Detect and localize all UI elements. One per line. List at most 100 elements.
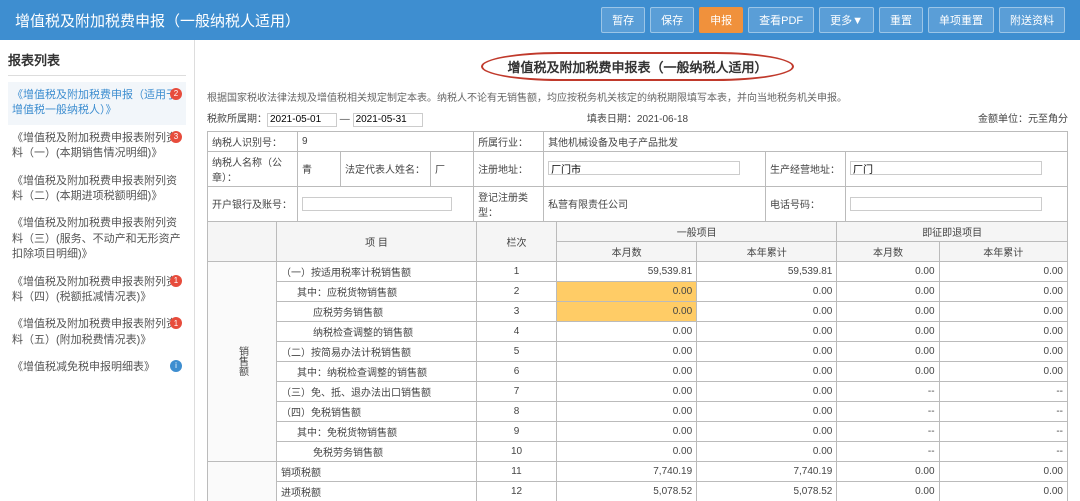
page-title: 增值税及附加税费申报（一般纳税人适用） [15,10,601,31]
prod-addr-input[interactable] [850,161,1042,175]
cell[interactable]: -- [837,441,939,461]
badge-icon: 2 [170,88,182,100]
cell[interactable]: 0.00 [939,321,1067,341]
cell[interactable]: 0.00 [939,461,1067,481]
cell[interactable]: 0.00 [837,361,939,381]
bank-input[interactable] [302,197,452,211]
cell[interactable]: 0.00 [837,261,939,281]
cell[interactable]: 0.00 [697,281,837,301]
cell[interactable]: 0.00 [837,321,939,341]
cell[interactable]: 59,539.81 [697,261,837,281]
cell[interactable]: 5,078.52 [557,481,697,501]
cell[interactable]: 0.00 [557,341,697,361]
cell[interactable]: 0.00 [697,421,837,441]
cell[interactable]: -- [939,421,1067,441]
header-btn-3[interactable]: 查看PDF [748,7,814,33]
cell[interactable]: 0.00 [557,381,697,401]
cell[interactable]: 0.00 [837,461,939,481]
header-btn-5[interactable]: 重置 [879,7,923,33]
cell[interactable]: -- [837,381,939,401]
badge-icon: 1 [170,275,182,287]
taxpayer-info-table: 纳税人识别号： 9 所属行业： 其他机械设备及电子产品批发 纳税人名称（公章）：… [207,131,1068,222]
table-row: 免税劳务销售额100.000.00---- [208,441,1068,461]
reg-addr-input[interactable] [548,161,740,175]
cell[interactable]: 0.00 [697,401,837,421]
cell[interactable]: 7,740.19 [557,461,697,481]
cell[interactable]: 0.00 [837,341,939,361]
sidebar-item-3[interactable]: 《增值税及附加税费申报表附列资料（三）(服务、不动产和无形资产扣除项目明细)》 [8,210,186,268]
table-row: （三）免、抵、退办法出口销售额70.000.00---- [208,381,1068,401]
table-row: 销售额（一）按适用税率计税销售额159,539.8159,539.810.000… [208,261,1068,281]
cell[interactable]: 0.00 [939,481,1067,501]
cell[interactable]: -- [939,401,1067,421]
header-btn-4[interactable]: 更多▼ [819,7,874,33]
table-row: 税款计算销项税额117,740.197,740.190.000.00 [208,461,1068,481]
table-row: 进项税额125,078.525,078.520.000.00 [208,481,1068,501]
sidebar-item-5[interactable]: 《增值税及附加税费申报表附列资料（五）(附加税费情况表)》1 [8,311,186,354]
table-row: 其中：应税货物销售额20.000.000.000.00 [208,281,1068,301]
cell[interactable]: 0.00 [837,481,939,501]
header-toolbar: 暂存保存申报查看PDF更多▼重置单项重置附送资料 [601,7,1065,33]
section-tax: 税款计算 [208,461,277,501]
cell[interactable]: -- [837,421,939,441]
header-btn-2[interactable]: 申报 [699,7,743,33]
header-btn-0[interactable]: 暂存 [601,7,645,33]
cell[interactable]: 0.00 [697,341,837,361]
cell[interactable]: 0.00 [697,321,837,341]
badge-icon: 1 [170,317,182,329]
cell[interactable]: 59,539.81 [557,261,697,281]
cell[interactable]: 0.00 [697,301,837,321]
cell[interactable]: 0.00 [557,321,697,341]
meta-period-row: 税款所属期： — 填表日期：2021-06-18 金额单位：元至角分 [207,110,1068,127]
cell[interactable]: 0.00 [697,441,837,461]
table-row: （二）按简易办法计税销售额50.000.000.000.00 [208,341,1068,361]
cell[interactable]: 0.00 [939,341,1067,361]
sidebar-item-1[interactable]: 《增值税及附加税费申报表附列资料（一）(本期销售情况明细)》3 [8,125,186,168]
fill-date: 填表日期：2021-06-18 [501,110,775,127]
cell[interactable]: 0.00 [939,301,1067,321]
table-row: 其中：免税货物销售额90.000.00---- [208,421,1068,441]
period-to-input[interactable] [353,113,423,127]
cell[interactable]: 0.00 [837,281,939,301]
sidebar-item-0[interactable]: 《增值税及附加税费申报（适用于增值税一般纳税人）》2 [8,82,186,125]
phone-input[interactable] [850,197,1042,211]
section-sales: 销售额 [208,261,277,461]
sidebar-item-4[interactable]: 《增值税及附加税费申报表附列资料（四）(税额抵减情况表)》1 [8,269,186,312]
header-btn-1[interactable]: 保存 [650,7,694,33]
cell[interactable]: 0.00 [697,361,837,381]
currency-unit: 金额单位：元至角分 [794,110,1068,127]
cell[interactable]: 0.00 [557,421,697,441]
cell[interactable]: 5,078.52 [697,481,837,501]
declaration-table: 项 目 栏次 一般项目 即征即退项目 本月数 本年累计 本月数 本年累计 销售额… [207,221,1068,501]
cell[interactable]: 0.00 [939,261,1067,281]
form-title: 增值税及附加税费申报表（一般纳税人适用） [481,52,793,81]
cell[interactable]: -- [837,401,939,421]
cell[interactable]: 0.00 [557,301,697,321]
sidebar-heading: 报表列表 [8,50,186,76]
header-btn-7[interactable]: 附送资料 [999,7,1065,33]
sidebar: 报表列表 《增值税及附加税费申报（适用于增值税一般纳税人）》2《增值税及附加税费… [0,40,195,501]
cell[interactable]: -- [939,381,1067,401]
cell[interactable]: 0.00 [557,441,697,461]
sidebar-item-2[interactable]: 《增值税及附加税费申报表附列资料（二）(本期进项税额明细)》 [8,168,186,211]
tax-period: 税款所属期： — [207,110,481,127]
cell[interactable]: 0.00 [939,361,1067,381]
cell[interactable]: 0.00 [557,401,697,421]
table-row: （四）免税销售额80.000.00---- [208,401,1068,421]
cell[interactable]: 0.00 [697,381,837,401]
period-from-input[interactable] [267,113,337,127]
cell[interactable]: 7,740.19 [697,461,837,481]
cell[interactable]: 0.00 [557,281,697,301]
cell[interactable]: 0.00 [939,281,1067,301]
main-content: 增值税及附加税费申报表（一般纳税人适用） 根据国家税收法律法规及增值税相关规定制… [195,40,1080,501]
cell[interactable]: -- [939,441,1067,461]
form-note: 根据国家税收法律法规及增值税相关规定制定本表。纳税人不论有无销售额，均应按税务机… [207,89,1068,104]
sidebar-item-6[interactable]: 《增值税减免税申报明细表》i [8,354,186,381]
cell[interactable]: 0.00 [837,301,939,321]
table-row: 纳税检查调整的销售额40.000.000.000.00 [208,321,1068,341]
table-row: 其中：纳税检查调整的销售额60.000.000.000.00 [208,361,1068,381]
app-header: 增值税及附加税费申报（一般纳税人适用） 暂存保存申报查看PDF更多▼重置单项重置… [0,0,1080,40]
cell[interactable]: 0.00 [557,361,697,381]
header-btn-6[interactable]: 单项重置 [928,7,994,33]
badge-icon: i [170,360,182,372]
